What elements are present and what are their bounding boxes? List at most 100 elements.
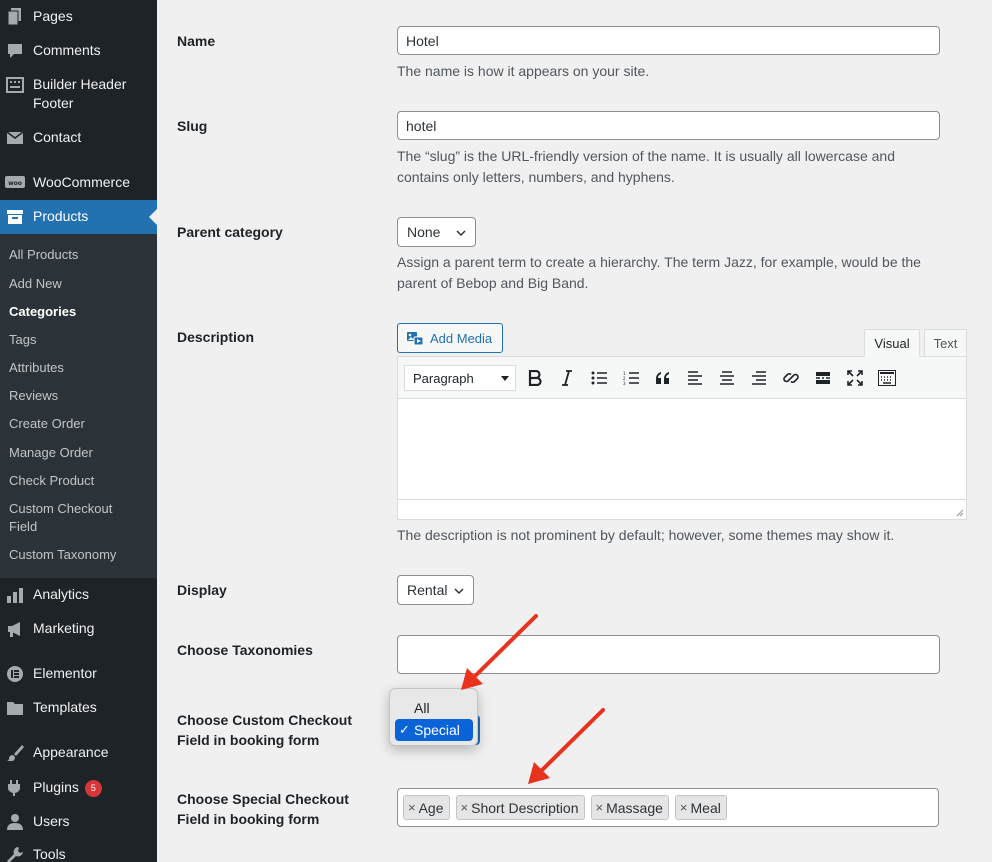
bar-chart-icon [5,585,25,605]
taxonomies-label: Choose Taxonomies [177,642,313,658]
submenu-create-order[interactable]: Create Order [9,415,149,433]
resize-handle-icon[interactable] [954,507,964,517]
menu-item-users[interactable]: Users [0,812,157,832]
description-editor: Paragraph 123 [397,356,967,520]
read-more-icon [816,372,830,384]
keyboard-icon [878,370,896,386]
submenu-attributes[interactable]: Attributes [9,359,149,377]
menu-item-comments[interactable]: Comments [0,41,157,61]
custom-checkout-dropdown: All ✓ Special [389,688,478,746]
menu-item-plugins[interactable]: Plugins 5 [0,778,157,798]
annotation-arrow-icon [528,708,605,784]
fullscreen-icon [847,370,863,386]
submenu-reviews[interactable]: Reviews [9,387,149,405]
menu-item-appearance[interactable]: Appearance [0,743,157,763]
custom-checkout-label: Choose Custom Checkout Field in booking … [177,712,353,748]
toolbar-toggle-button[interactable] [876,367,898,389]
option-special[interactable]: ✓ Special [395,719,473,741]
parent-category-label: Parent category [177,224,283,240]
slug-label: Slug [177,118,208,134]
parent-category-select[interactable]: None [397,217,476,247]
menu-label: WooCommerce [33,174,130,190]
bold-icon [528,370,542,386]
archive-icon [5,207,25,227]
tab-text[interactable]: Text [924,329,967,357]
description-textarea[interactable] [398,400,966,500]
remove-tag-icon[interactable]: × [680,800,688,815]
name-label: Name [177,33,216,49]
read-more-button[interactable] [812,367,834,389]
tag-massage: × Massage [590,795,669,820]
menu-item-woocommerce[interactable]: woo WooCommerce [0,173,157,193]
insert-link-button[interactable] [780,367,802,389]
woo-icon: woo [5,173,25,193]
display-value: Rental [407,582,448,598]
submenu-custom-taxonomy[interactable]: Custom Taxonomy [9,546,149,564]
menu-item-elementor[interactable]: Elementor [0,664,157,684]
submenu-tags[interactable]: Tags [9,331,149,349]
menu-item-tools[interactable]: Tools [0,845,157,862]
menu-item-templates[interactable]: Templates [0,698,157,718]
blockquote-icon [656,372,669,384]
add-media-button[interactable]: Add Media [397,323,503,353]
caret-down-icon [501,376,509,381]
display-label: Display [177,582,227,598]
fullscreen-button[interactable] [844,367,866,389]
align-center-button[interactable] [716,367,738,389]
name-field[interactable] [397,26,940,55]
menu-label: Products [33,208,89,224]
numbered-list-icon: 123 [623,371,639,385]
format-select-value: Paragraph [413,370,474,386]
submenu-check-product[interactable]: Check Product [9,472,149,490]
menu-item-contact[interactable]: Contact [0,128,157,148]
editor-toolbar: Paragraph 123 [398,357,966,399]
menu-item-products[interactable]: Products [0,200,157,234]
tag-label: Age [418,799,444,816]
menu-item-marketing[interactable]: Marketing [0,619,157,639]
remove-tag-icon[interactable]: × [596,800,604,815]
menu-label: Builder Header Footer [33,76,127,111]
bullet-list-button[interactable] [588,367,610,389]
align-left-button[interactable] [684,367,706,389]
italic-button[interactable] [556,367,578,389]
menu-label: Comments [33,42,101,58]
menu-item-pages[interactable]: Pages [0,7,157,27]
align-right-button[interactable] [748,367,770,389]
description-label: Description [177,329,255,345]
mail-icon [5,128,25,148]
remove-tag-icon[interactable]: × [408,800,416,815]
bold-button[interactable] [524,367,546,389]
menu-label: Contact [33,129,82,145]
special-checkout-tags-field[interactable]: × Age × Short Description × Massage × Meal [397,788,939,827]
option-all[interactable]: All [395,697,473,719]
admin-sidebar: Pages Comments Builder Header Footer Con… [0,0,157,862]
menu-item-builder-header-footer[interactable]: Builder Header Footer [0,75,157,113]
submenu-custom-checkout-field[interactable]: Custom Checkout Field [9,500,129,536]
blockquote-button[interactable] [652,367,674,389]
chevron-down-icon [454,588,464,595]
parent-category-value: None [407,224,441,240]
numbered-list-button[interactable]: 123 [620,367,642,389]
svg-text:3: 3 [623,381,626,385]
paintbrush-icon [5,743,25,763]
menu-label: Users [33,813,70,829]
submenu-all-products[interactable]: All Products [9,246,149,264]
submenu-add-new[interactable]: Add New [9,275,149,293]
align-left-icon [688,371,702,385]
format-select[interactable]: Paragraph [404,365,516,391]
slug-field[interactable] [397,111,940,140]
add-media-icon [407,332,424,346]
plugin-icon [5,778,25,798]
option-special-label: Special [414,722,460,738]
menu-item-analytics[interactable]: Analytics [0,585,157,605]
annotation-arrow-icon [461,614,538,690]
chevron-down-icon [456,230,466,237]
display-select[interactable]: Rental [397,575,474,605]
description-help: The description is not prominent by defa… [397,527,895,543]
remove-tag-icon[interactable]: × [461,800,469,815]
submenu-manage-order[interactable]: Manage Order [9,444,149,462]
submenu-categories[interactable]: Categories [9,303,149,321]
slug-help: The “slug” is the URL-friendly version o… [397,148,895,185]
tab-visual[interactable]: Visual [864,329,920,357]
name-help: The name is how it appears on your site. [397,63,650,79]
